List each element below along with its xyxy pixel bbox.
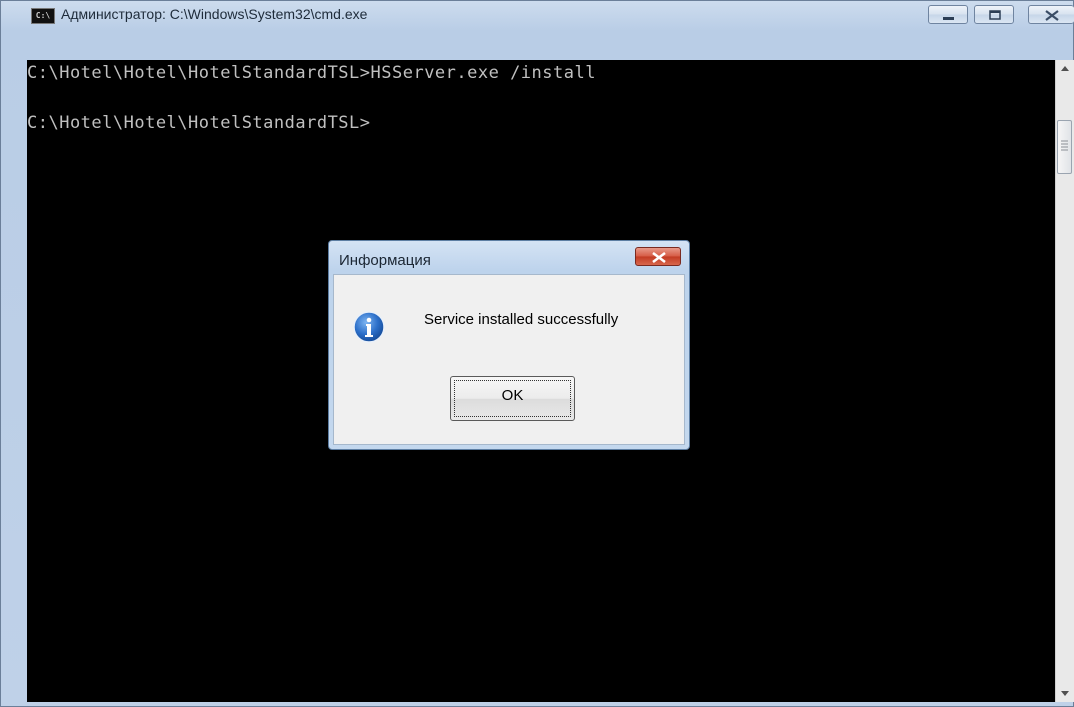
minimize-icon [943,17,954,20]
scroll-up-arrow-icon[interactable] [1056,60,1074,78]
maximize-icon [989,10,1001,20]
ok-button[interactable]: OK [450,376,575,421]
title-bar[interactable]: C:\ Администратор: C:\Windows\System32\c… [1,1,1074,29]
info-icon [353,311,385,343]
scroll-down-arrow-icon[interactable] [1056,684,1074,702]
console-line: C:\Hotel\Hotel\HotelStandardTSL> [27,113,371,133]
cmd-app-icon: C:\ [31,8,55,24]
scroll-thumb[interactable] [1057,120,1072,174]
dialog-body: Service installed successfully OK [333,274,685,445]
grip-icon [1061,140,1068,151]
dialog-message: Service installed successfully [424,311,619,328]
vertical-scrollbar[interactable] [1055,60,1074,702]
window-title: Администратор: C:\Windows\System32\cmd.e… [61,6,368,22]
minimize-button[interactable] [928,5,968,24]
dialog-close-button[interactable] [635,247,681,266]
close-icon [1045,10,1059,21]
console-line: C:\Hotel\Hotel\HotelStandardTSL>HSServer… [27,63,596,83]
maximize-button[interactable] [974,5,1014,24]
info-dialog: Информация Service installed successfull… [328,240,690,450]
ok-button-label: OK [501,387,524,404]
dialog-title: Информация [339,252,431,269]
close-button[interactable] [1028,5,1074,24]
close-icon [652,251,666,264]
